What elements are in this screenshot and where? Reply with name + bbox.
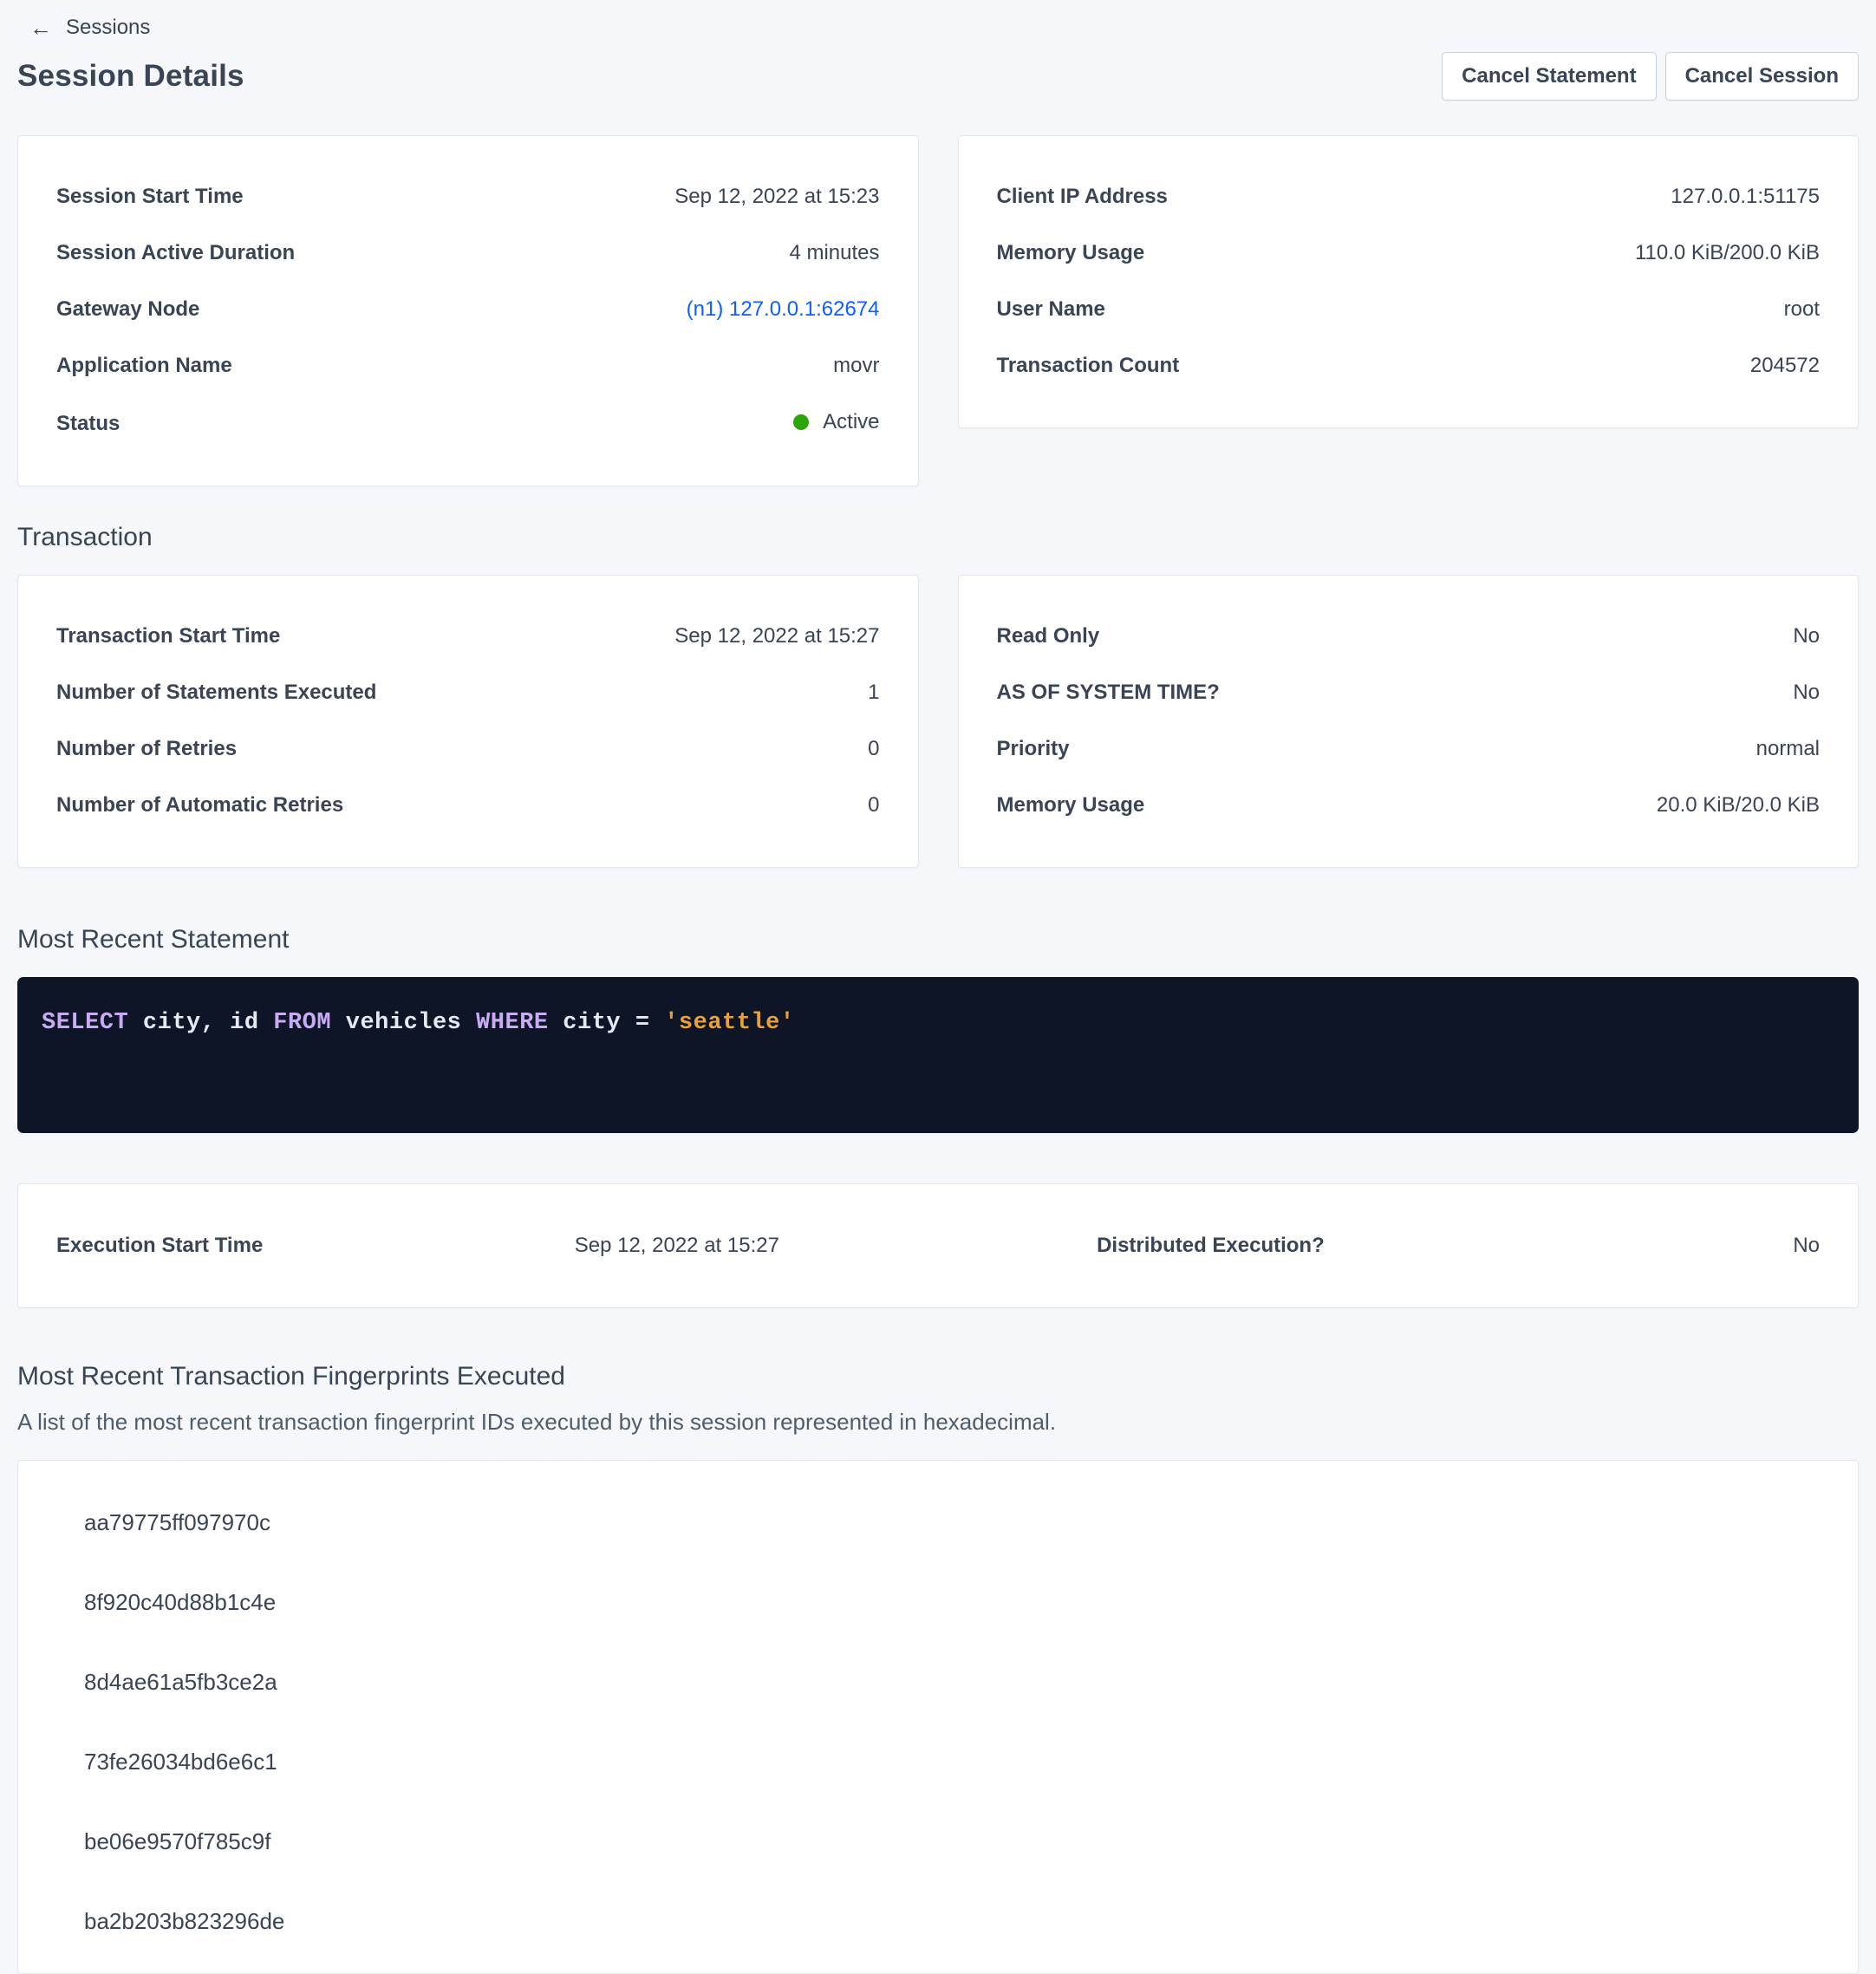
status-value: Active (793, 410, 879, 434)
row-execution-start-time: Execution Start Time Sep 12, 2022 at 15:… (56, 1234, 779, 1258)
row-value: 110.0 KiB/200.0 KiB (1635, 241, 1820, 265)
row-transaction-start-time: Transaction Start Time Sep 12, 2022 at 1… (56, 624, 880, 648)
row-as-of-system-time: AS OF SYSTEM TIME? No (997, 681, 1821, 705)
fingerprints-description: A list of the most recent transaction fi… (17, 1409, 1859, 1436)
row-session-start-time: Session Start Time Sep 12, 2022 at 15:23 (56, 185, 880, 209)
sql-keyword: SELECT (42, 1010, 128, 1036)
row-value: No (1793, 681, 1820, 705)
back-to-sessions-link[interactable]: ← Sessions (29, 16, 150, 40)
transaction-section-heading: Transaction (17, 523, 1859, 552)
fingerprint-item: be06e9570f785c9f (56, 1828, 1820, 1855)
sql-statement-text: SELECT city, id FROM vehicles WHERE city… (42, 1010, 1834, 1036)
cancel-statement-button[interactable]: Cancel Statement (1442, 52, 1656, 101)
sql-identifier: city = (549, 1010, 665, 1036)
row-transaction-count: Transaction Count 204572 (997, 354, 1821, 378)
row-label: Number of Statements Executed (56, 681, 376, 705)
gateway-node-link[interactable]: (n1) 127.0.0.1:62674 (687, 297, 880, 322)
page-header: Session Details Cancel Statement Cancel … (17, 52, 1859, 101)
row-read-only: Read Only No (997, 624, 1821, 648)
transaction-card-right: Read Only No AS OF SYSTEM TIME? No Prior… (958, 575, 1860, 868)
row-label: Read Only (997, 624, 1100, 648)
row-label: Distributed Execution? (1097, 1234, 1325, 1258)
row-label: Session Active Duration (56, 241, 295, 265)
row-value: 0 (868, 737, 879, 761)
row-label: Transaction Start Time (56, 624, 280, 648)
row-statements-executed: Number of Statements Executed 1 (56, 681, 880, 705)
fingerprint-item: 73fe26034bd6e6c1 (56, 1749, 1820, 1775)
sql-string-literal: 'seattle' (664, 1010, 794, 1036)
status-active-dot-icon (793, 414, 809, 430)
row-value: Sep 12, 2022 at 15:23 (674, 185, 879, 209)
session-summary-grid: Session Start Time Sep 12, 2022 at 15:23… (17, 135, 1859, 486)
row-label: Memory Usage (997, 793, 1145, 818)
row-value: 204572 (1750, 354, 1820, 378)
row-value: No (1793, 624, 1820, 648)
fingerprint-item: aa79775ff097970c (56, 1509, 1820, 1536)
row-label: Execution Start Time (56, 1234, 263, 1258)
row-value: 20.0 KiB/20.0 KiB (1657, 793, 1820, 818)
sql-identifier: city, id (128, 1010, 273, 1036)
page-title: Session Details (17, 59, 244, 94)
sql-keyword: FROM (273, 1010, 331, 1036)
row-gateway-node: Gateway Node (n1) 127.0.0.1:62674 (56, 297, 880, 322)
sql-statement-box: SELECT city, id FROM vehicles WHERE city… (17, 977, 1859, 1133)
row-value: Sep 12, 2022 at 15:27 (674, 624, 879, 648)
row-automatic-retries: Number of Automatic Retries 0 (56, 793, 880, 818)
statement-section-heading: Most Recent Statement (17, 925, 1859, 954)
sql-keyword: WHERE (476, 1010, 549, 1036)
fingerprint-item: 8f920c40d88b1c4e (56, 1589, 1820, 1616)
row-label: Transaction Count (997, 354, 1180, 378)
row-session-active-duration: Session Active Duration 4 minutes (56, 241, 880, 265)
row-label: Session Start Time (56, 185, 244, 209)
row-status: Status Active (56, 410, 880, 436)
row-value: root (1784, 297, 1820, 322)
row-label: Gateway Node (56, 297, 199, 322)
row-value: 127.0.0.1:51175 (1671, 185, 1820, 209)
row-value: 0 (868, 793, 879, 818)
row-value: normal (1756, 737, 1820, 761)
row-value: Sep 12, 2022 at 15:27 (575, 1234, 779, 1258)
row-user-name: User Name root (997, 297, 1821, 322)
row-label: Memory Usage (997, 241, 1145, 265)
status-badge: Active (823, 410, 879, 434)
back-link-label: Sessions (66, 16, 150, 40)
row-memory-usage: Memory Usage 110.0 KiB/200.0 KiB (997, 241, 1821, 265)
execution-summary-card: Execution Start Time Sep 12, 2022 at 15:… (17, 1183, 1859, 1308)
row-value: movr (833, 354, 879, 378)
session-summary-card-right: Client IP Address 127.0.0.1:51175 Memory… (958, 135, 1860, 428)
sql-identifier: vehicles (331, 1010, 476, 1036)
row-number-of-retries: Number of Retries 0 (56, 737, 880, 761)
row-label: User Name (997, 297, 1105, 322)
fingerprint-item: ba2b203b823296de (56, 1908, 1820, 1935)
arrow-left-icon: ← (29, 16, 52, 39)
row-label: Application Name (56, 354, 232, 378)
cancel-session-button[interactable]: Cancel Session (1665, 52, 1859, 101)
fingerprint-item: 8d4ae61a5fb3ce2a (56, 1669, 1820, 1696)
fingerprints-section-heading: Most Recent Transaction Fingerprints Exe… (17, 1362, 1859, 1391)
fingerprints-card: aa79775ff097970c 8f920c40d88b1c4e 8d4ae6… (17, 1460, 1859, 1974)
transaction-grid: Transaction Start Time Sep 12, 2022 at 1… (17, 575, 1859, 868)
row-priority: Priority normal (997, 737, 1821, 761)
back-row: ← Sessions (29, 16, 1859, 40)
row-label: AS OF SYSTEM TIME? (997, 681, 1220, 705)
row-txn-memory-usage: Memory Usage 20.0 KiB/20.0 KiB (997, 793, 1821, 818)
transaction-card-left: Transaction Start Time Sep 12, 2022 at 1… (17, 575, 919, 868)
row-value: 1 (868, 681, 879, 705)
session-details-page: ← Sessions Session Details Cancel Statem… (0, 0, 1876, 1974)
row-label: Status (56, 412, 120, 436)
header-actions: Cancel Statement Cancel Session (1442, 52, 1859, 101)
row-label: Priority (997, 737, 1070, 761)
row-distributed-execution: Distributed Execution? No (1097, 1234, 1820, 1258)
row-application-name: Application Name movr (56, 354, 880, 378)
row-label: Client IP Address (997, 185, 1168, 209)
row-label: Number of Retries (56, 737, 237, 761)
row-value: No (1793, 1234, 1820, 1258)
row-client-ip-address: Client IP Address 127.0.0.1:51175 (997, 185, 1821, 209)
row-value: 4 minutes (789, 241, 879, 265)
session-summary-card-left: Session Start Time Sep 12, 2022 at 15:23… (17, 135, 919, 486)
row-label: Number of Automatic Retries (56, 793, 343, 818)
